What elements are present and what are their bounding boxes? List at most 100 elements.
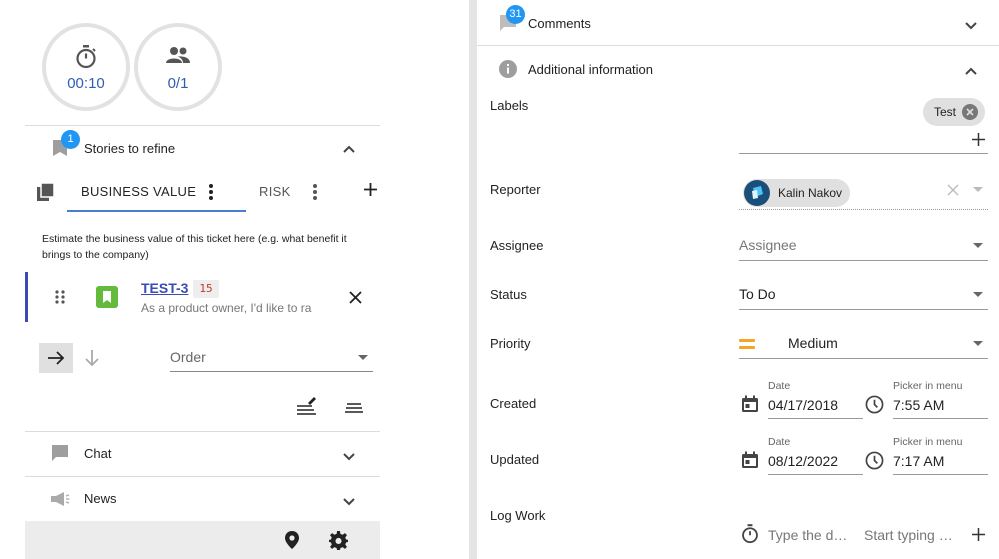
chevron-up-icon[interactable] <box>342 141 356 159</box>
priority-field-underline <box>739 358 988 359</box>
created-date-label: Date <box>768 380 791 392</box>
created-label: Created <box>490 396 537 411</box>
assignee-label: Assignee <box>490 238 544 253</box>
chevron-up-icon[interactable] <box>964 63 978 81</box>
panel-splitter[interactable] <box>469 0 477 559</box>
reporter-field-underline <box>739 209 988 210</box>
clear-icon[interactable] <box>947 183 959 201</box>
arrow-right-icon <box>47 351 65 370</box>
right-panel: 31 Comments Additional information Label… <box>477 0 999 559</box>
estimate-description: Estimate the business value of this tick… <box>42 233 347 261</box>
stories-count-badge: 1 <box>61 130 80 149</box>
priority-select[interactable]: Medium <box>739 331 988 358</box>
reporter-chip[interactable]: Kalin Nakov <box>743 179 850 207</box>
timer-value: 00:10 <box>67 75 105 92</box>
chat-icon <box>51 444 69 467</box>
log-work-duration-input[interactable]: Type the d… <box>768 527 847 543</box>
comments-count-badge: 31 <box>506 5 525 24</box>
clock-icon[interactable] <box>865 395 884 419</box>
updated-time-input[interactable]: 7:17 AM <box>893 453 944 469</box>
status-field-underline <box>739 309 988 310</box>
news-section-header[interactable]: News <box>25 477 380 521</box>
more-vertical-icon[interactable] <box>312 183 318 206</box>
updated-date-label: Date <box>768 436 791 448</box>
log-work-comment-input[interactable]: Start typing … <box>864 527 953 543</box>
news-title: News <box>84 491 117 506</box>
labels-label: Labels <box>490 98 529 113</box>
reporter-label: Reporter <box>490 182 541 197</box>
status-label: Status <box>490 287 527 302</box>
cancel-icon[interactable] <box>962 104 978 123</box>
story-key-link[interactable]: TEST-3 <box>141 280 188 296</box>
stories-section-header[interactable]: 1 Stories to refine <box>25 126 380 170</box>
stopwatch-icon <box>741 524 759 549</box>
order-select[interactable]: Order <box>170 345 373 372</box>
close-icon[interactable] <box>349 291 362 309</box>
updated-date-input[interactable]: 08/12/2022 <box>768 453 838 469</box>
additional-info-title: Additional information <box>528 62 654 77</box>
sort-direction-button[interactable] <box>39 343 73 373</box>
priority-label: Priority <box>490 336 531 351</box>
active-tab-indicator <box>67 210 246 212</box>
assignee-field-underline <box>739 260 988 261</box>
clock-icon[interactable] <box>865 451 884 475</box>
story-item[interactable]: TEST-3 15 As a product owner, I'd like t… <box>25 272 380 322</box>
label-chip-text: Test <box>934 105 957 119</box>
chevron-down-icon <box>358 355 368 360</box>
chevron-down-icon <box>973 341 983 346</box>
selected-indicator <box>25 272 28 322</box>
gear-icon[interactable] <box>329 531 348 555</box>
updated-time-underline <box>893 474 988 475</box>
updated-time-label: Picker in menu <box>893 436 963 448</box>
lines-icon[interactable] <box>345 402 363 421</box>
updated-date-underline <box>768 474 863 475</box>
edit-lines-icon[interactable] <box>296 395 318 420</box>
labels-field-underline <box>739 153 988 154</box>
created-time-label: Picker in menu <box>893 380 963 392</box>
arrow-down-icon[interactable] <box>85 349 99 372</box>
story-type-icon <box>96 286 118 313</box>
participants-circle[interactable]: 0/1 <box>134 23 222 111</box>
drag-handle-icon[interactable] <box>55 290 65 309</box>
calendar-icon[interactable] <box>741 395 759 418</box>
comments-title: Comments <box>528 16 591 31</box>
stories-title: Stories to refine <box>84 141 176 156</box>
add-icon[interactable] <box>972 528 985 546</box>
bottom-toolbar <box>25 521 380 559</box>
location-pin-icon[interactable] <box>285 531 299 554</box>
chevron-down-icon[interactable] <box>973 187 983 192</box>
chat-title: Chat <box>84 446 112 461</box>
assignee-select[interactable]: Assignee <box>739 233 988 260</box>
chat-section-header[interactable]: Chat <box>25 432 380 476</box>
info-icon <box>499 60 517 83</box>
status-select[interactable]: To Do <box>739 282 988 309</box>
story-points-badge: 15 <box>193 280 219 298</box>
copy-icon[interactable] <box>36 182 56 207</box>
more-vertical-icon[interactable] <box>208 183 214 206</box>
participants-value: 0/1 <box>167 75 189 92</box>
left-panel: 00:10 0/1 1 Stories to refine BUSINESS V… <box>0 0 380 559</box>
chevron-down-icon[interactable] <box>342 494 356 512</box>
story-summary: As a product owner, I'd like to ra <box>141 301 312 315</box>
app-root: 00:10 0/1 1 Stories to refine BUSINESS V… <box>0 0 999 559</box>
chevron-down-icon <box>973 292 983 297</box>
created-time-underline <box>893 418 988 419</box>
comments-section-header[interactable]: 31 Comments <box>477 0 999 45</box>
additional-info-section-header[interactable]: Additional information <box>477 46 999 90</box>
timer-circle[interactable]: 00:10 <box>42 23 130 111</box>
tab-risk[interactable]: RISK <box>259 184 291 199</box>
created-date-underline <box>768 418 863 419</box>
reporter-name: Kalin Nakov <box>778 186 843 200</box>
stopwatch-icon <box>46 45 126 71</box>
chevron-down-icon[interactable] <box>964 18 978 36</box>
created-date-input[interactable]: 04/17/2018 <box>768 397 838 413</box>
status-value: To Do <box>739 286 776 302</box>
assignee-placeholder: Assignee <box>739 237 797 253</box>
label-chip[interactable]: Test <box>923 98 985 126</box>
tab-business-value[interactable]: BUSINESS VALUE <box>81 184 196 199</box>
calendar-icon[interactable] <box>741 451 759 474</box>
add-icon[interactable] <box>363 182 378 202</box>
add-icon[interactable] <box>972 133 985 151</box>
chevron-down-icon[interactable] <box>342 449 356 467</box>
created-time-input[interactable]: 7:55 AM <box>893 397 944 413</box>
